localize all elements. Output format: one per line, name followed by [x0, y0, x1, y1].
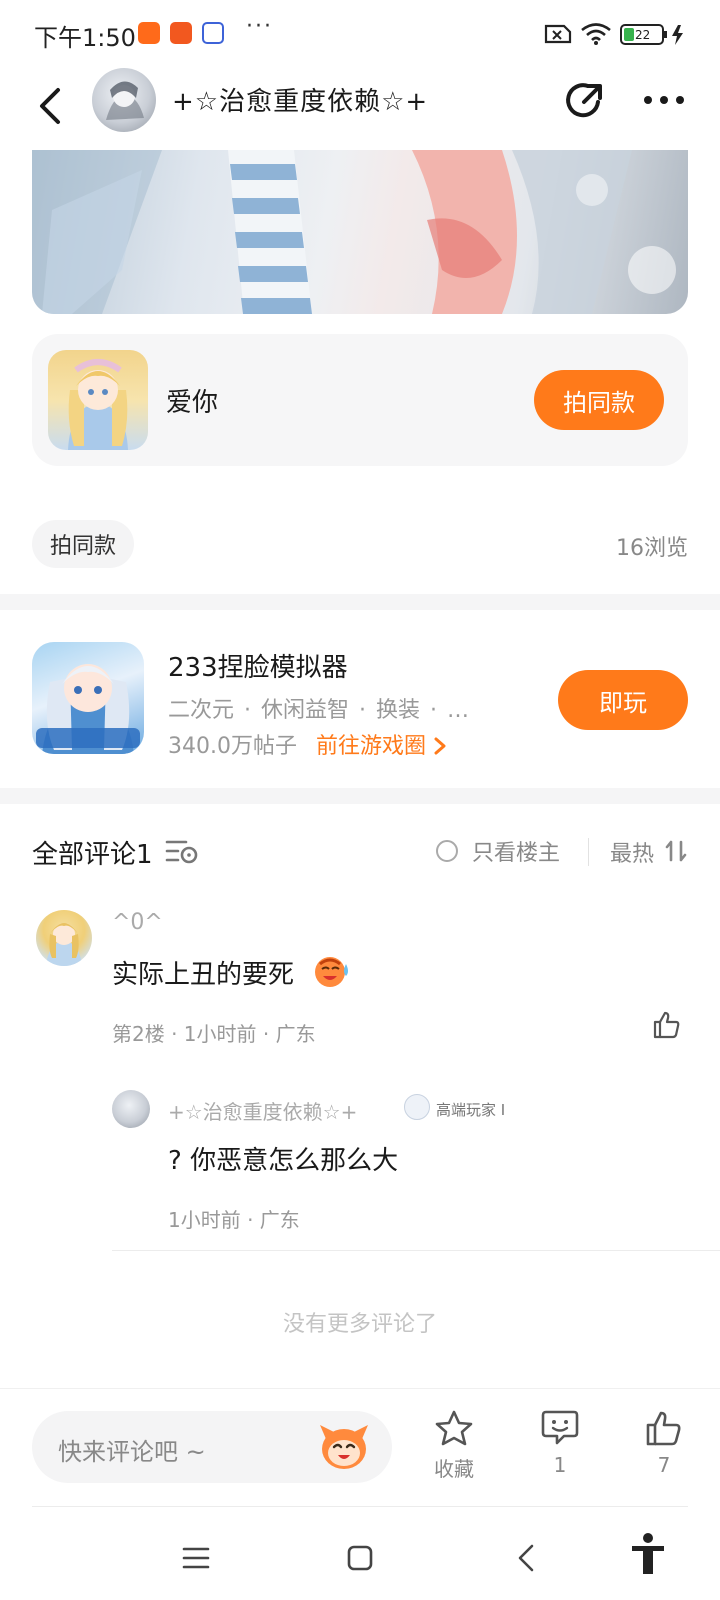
like-count: 7 [657, 1453, 671, 1477]
game-post-count: 340.0万帖子 [168, 734, 297, 759]
emoji-mascot-icon[interactable] [316, 1421, 372, 1473]
comments-title: 全部评论1 [32, 840, 153, 870]
wallet-app-icon [138, 22, 160, 44]
reply-author-avatar[interactable] [112, 1090, 150, 1128]
view-count: 16浏览 [616, 536, 688, 561]
player-badge-icon [404, 1094, 430, 1120]
play-now-button[interactable]: 即玩 [558, 670, 688, 730]
reply-meta: 1小时前 · 广东 [168, 1208, 300, 1232]
accessibility-icon [632, 1533, 664, 1574]
commenter-name[interactable]: ^0^ [112, 910, 163, 935]
svg-text:22: 22 [635, 28, 650, 42]
game-tag: 换装 [376, 698, 421, 723]
share-icon [566, 83, 602, 118]
charging-icon [672, 25, 683, 45]
menu-button[interactable] [176, 1538, 216, 1578]
menu-icon [182, 1547, 210, 1569]
system-back-button[interactable] [508, 1538, 548, 1578]
wifi-icon [581, 23, 611, 45]
player-badge: 高端玩家 I [436, 1101, 506, 1119]
baidu-app-icon [202, 22, 224, 44]
status-time: 下午1:50 [34, 24, 136, 52]
game-tag: … [447, 698, 470, 723]
collect-label: 收藏 [434, 1457, 474, 1481]
comment-like-button[interactable] [652, 1010, 682, 1040]
233-app-icon [170, 22, 192, 44]
sort-icon [665, 840, 687, 862]
game-name[interactable]: 233捏脸模拟器 [168, 647, 348, 684]
topic-tag[interactable]: 拍同款 [32, 520, 135, 568]
divider [588, 838, 589, 866]
comment-filter-button[interactable] [164, 836, 200, 866]
accessibility-button[interactable] [628, 1530, 668, 1578]
more-dots-icon [644, 96, 684, 104]
shoot-same-style-button[interactable]: 拍同款 [534, 370, 664, 430]
comment-button[interactable]: 1 [520, 1409, 600, 1477]
sort-selector[interactable]: 最热 [610, 836, 654, 868]
only-owner-label: 只看楼主 [472, 841, 561, 866]
author-avatar[interactable] [92, 68, 156, 132]
game-link-label: 前往游戏圈 [316, 734, 427, 759]
bottom-action-bar: 快来评论吧 ~ 收藏 1 7 [0, 1388, 720, 1510]
more-button[interactable] [640, 82, 688, 118]
comment-meta: 第2楼 · 1小时前 · 广东 [112, 1022, 316, 1046]
game-tag: 休闲益智 [261, 698, 350, 723]
post-image[interactable] [32, 150, 688, 314]
game-tag: 二次元 [168, 698, 235, 723]
back-triangle-icon [518, 1544, 534, 1572]
comment-icon [541, 1410, 579, 1445]
status-bar: 下午1:50 ··· 22 [0, 0, 720, 64]
style-thumbnail [48, 350, 148, 450]
only-owner-toggle[interactable]: 只看楼主 [436, 836, 560, 866]
section-divider [0, 788, 720, 804]
square-home-icon [347, 1545, 373, 1571]
top-bar: +☆治愈重度依赖☆+ [0, 64, 720, 150]
chevron-right-icon [434, 737, 446, 755]
comment-input[interactable]: 快来评论吧 ~ [32, 1411, 392, 1483]
back-button[interactable] [32, 82, 72, 130]
game-tags: 二次元 · 休闲益智 · 换装 ·… [168, 698, 470, 723]
share-button[interactable] [560, 76, 608, 124]
same-style-card[interactable]: 爱你 拍同款 [32, 334, 688, 466]
thumbs-up-icon [646, 1411, 681, 1446]
no-more-comments: 没有更多评论了 [282, 1312, 437, 1337]
comment-input-placeholder: 快来评论吧 ~ [58, 1438, 206, 1466]
chevron-left-icon [40, 88, 60, 124]
system-nav-bar [0, 1508, 720, 1600]
striped-stocking [228, 150, 312, 314]
game-icon[interactable] [32, 642, 144, 754]
collect-button[interactable]: 收藏 [414, 1409, 494, 1482]
section-divider [0, 594, 720, 610]
reply-text: ? 你恶意怎么那么大 [168, 1146, 399, 1176]
list-filter-icon [165, 840, 198, 864]
like-button[interactable]: 7 [624, 1409, 704, 1477]
star-icon [435, 1410, 473, 1446]
home-button[interactable] [340, 1538, 380, 1578]
divider [32, 1506, 688, 1507]
radio-icon [436, 840, 458, 862]
thumbs-up-icon [653, 1011, 680, 1039]
comment-count: 1 [553, 1453, 567, 1477]
crying-face-emoji-icon [312, 954, 352, 990]
commenter-avatar[interactable] [36, 910, 92, 966]
reply-author-name[interactable]: +☆治愈重度依赖☆+ [168, 1096, 357, 1125]
comment-text: 实际上丑的要死 [112, 960, 295, 990]
no-sim-icon [544, 24, 572, 44]
sort-toggle-button[interactable] [664, 838, 688, 864]
go-to-game-circle-link[interactable]: 前往游戏圈 [316, 728, 447, 760]
divider [112, 1250, 720, 1251]
status-more: ··· [246, 14, 273, 39]
style-name: 爱你 [166, 388, 219, 418]
status-icons: 22 [544, 22, 694, 46]
author-name[interactable]: +☆治愈重度依赖☆+ [172, 81, 428, 118]
battery-icon: 22 [620, 24, 667, 45]
